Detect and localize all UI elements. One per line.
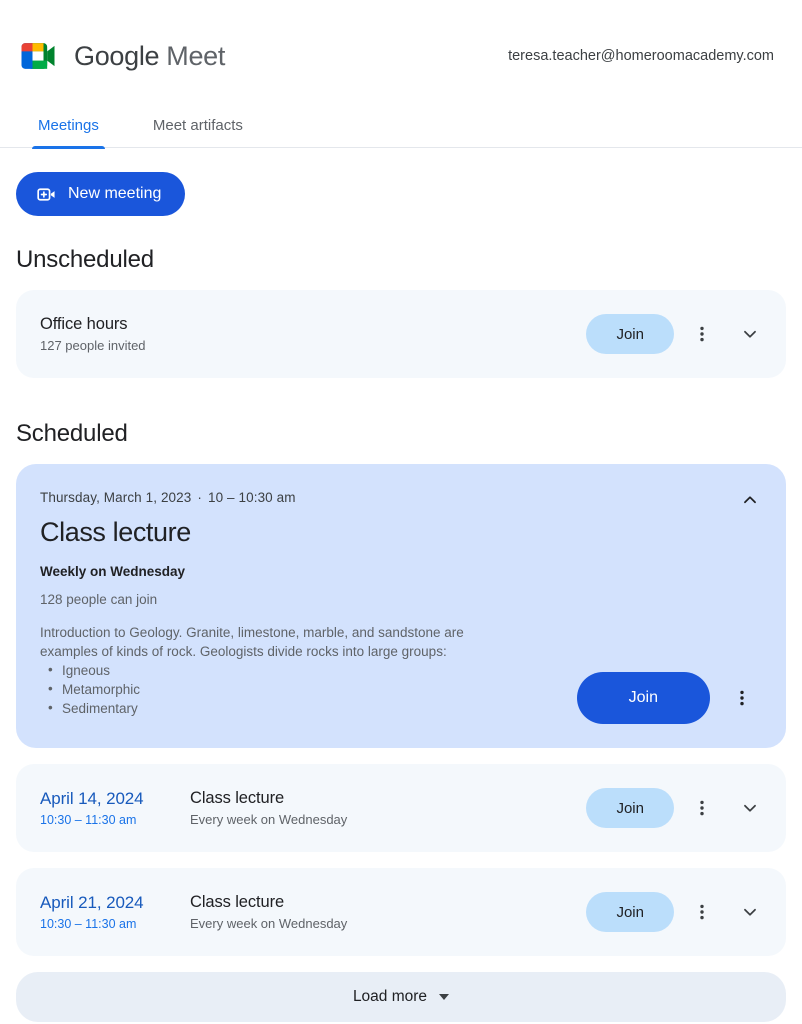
meeting-date: April 14, 2024 xyxy=(40,789,144,808)
meeting-row-content: April 14, 2024 10:30 – 11:30 am Class le… xyxy=(40,789,586,827)
list-item: Igneous xyxy=(40,660,762,680)
chevron-down-icon xyxy=(744,908,756,916)
join-button[interactable]: Join xyxy=(586,892,674,932)
meeting-date-column: April 14, 2024 10:30 – 11:30 am xyxy=(40,789,190,827)
new-meeting-button[interactable]: New meeting xyxy=(16,172,186,216)
expanded-meeting-card[interactable]: Thursday, March 1, 2023 · 10 – 10:30 am Cl… xyxy=(16,464,786,748)
google-meet-page: Google Meet teresa.teacher@homeroomacadem… xyxy=(0,0,802,1024)
meeting-date: April 21, 2024 xyxy=(40,893,144,912)
expanded-date: Thursday, March 1, 2023 xyxy=(40,490,192,505)
chevron-down-icon xyxy=(744,804,756,812)
new-video-call-icon xyxy=(37,187,55,201)
expanded-when: Thursday, March 1, 2023 · 10 – 10:30 am xyxy=(40,490,762,505)
section-scheduled: Scheduled Thursday, March 1, 2023 · 10 – 1… xyxy=(0,420,802,956)
brand-meet: Meet xyxy=(166,40,226,71)
meeting-subtitle: 127 people invited xyxy=(40,338,146,353)
meeting-time: 10:30 – 11:30 am xyxy=(40,813,137,827)
meeting-row-content: Office hours 127 people invited xyxy=(40,315,586,353)
meeting-title: Class lecture xyxy=(190,893,285,911)
join-button[interactable]: Join xyxy=(586,314,674,354)
section-title-scheduled: Scheduled xyxy=(16,420,128,447)
more-vertical-icon xyxy=(700,904,704,920)
expand-row-button[interactable] xyxy=(730,788,770,828)
more-vertical-icon xyxy=(700,800,704,816)
google-meet-logo-icon xyxy=(21,43,55,69)
account-email: teresa.teacher@homeroomacademy.com xyxy=(508,48,774,64)
more-options-button[interactable] xyxy=(682,892,722,932)
meeting-row-office-hours[interactable]: Office hours 127 people invited Join xyxy=(16,290,786,378)
load-more-button[interactable]: Load more xyxy=(16,972,786,1022)
brand-wordmark: Google Meet xyxy=(74,41,225,72)
meeting-subtitle: Every week on Wednesday xyxy=(190,812,348,827)
expand-row-button[interactable] xyxy=(730,892,770,932)
meeting-subtitle: Every week on Wednesday xyxy=(190,916,348,931)
meeting-text: Class lecture Every week on Wednesday xyxy=(190,789,347,827)
more-options-button[interactable] xyxy=(682,788,722,828)
expanded-bullet-list: Igneous Metamorphic Sedimentary xyxy=(40,660,762,718)
meeting-row-actions: Join xyxy=(586,314,770,354)
new-meeting-area: New meeting xyxy=(0,148,802,216)
load-more-label: Load more xyxy=(352,988,428,1005)
expanded-separator: · xyxy=(197,490,202,505)
meeting-time: 10:30 – 11:30 am xyxy=(40,917,137,931)
meeting-date-column: April 21, 2024 10:30 – 11:30 am xyxy=(40,893,190,931)
section-title-unscheduled: Unscheduled xyxy=(16,246,154,273)
meeting-title: Class lecture xyxy=(190,789,285,807)
chevron-down-icon xyxy=(744,330,756,338)
caret-down-icon xyxy=(439,994,450,1000)
expanded-time: 10 – 10:30 am xyxy=(207,490,296,505)
tab-bar: Meetings Meet artifacts xyxy=(0,100,802,149)
expanded-recurrence: Weekly on Wednesday xyxy=(40,564,186,579)
app-header: Google Meet teresa.teacher@homeroomacadem… xyxy=(0,0,802,84)
expand-row-button[interactable] xyxy=(730,314,770,354)
expanded-description: Introduction to Geology. Granite, limest… xyxy=(40,625,464,659)
meeting-row-content: April 21, 2024 10:30 – 11:30 am Class le… xyxy=(40,893,586,931)
meeting-row-actions: Join xyxy=(586,788,770,828)
new-meeting-label: New meeting xyxy=(68,185,162,202)
collapse-card-button[interactable] xyxy=(730,480,770,520)
meeting-title: Office hours xyxy=(40,315,128,333)
tab-meet-artifacts[interactable]: Meet artifacts xyxy=(131,117,265,147)
list-item: Metamorphic xyxy=(40,679,762,699)
meeting-row-actions: Join xyxy=(586,892,770,932)
section-unscheduled: Unscheduled Office hours 127 people invi… xyxy=(0,246,802,378)
meeting-text: Class lecture Every week on Wednesday xyxy=(190,893,347,931)
list-item: Sedimentary xyxy=(40,698,762,718)
meeting-row-april-21[interactable]: April 21, 2024 10:30 – 11:30 am Class le… xyxy=(16,868,786,956)
load-more-area: Load more xyxy=(0,972,802,1022)
chevron-up-icon xyxy=(744,496,756,504)
more-options-button[interactable] xyxy=(682,314,722,354)
more-vertical-icon xyxy=(700,326,704,342)
tab-meetings[interactable]: Meetings xyxy=(16,117,121,149)
brand-google: Google xyxy=(74,40,160,71)
expanded-title: Class lecture xyxy=(40,517,191,547)
meeting-row-april-14[interactable]: April 14, 2024 10:30 – 11:30 am Class le… xyxy=(16,764,786,852)
meeting-text: Office hours 127 people invited xyxy=(40,315,146,353)
join-button[interactable]: Join xyxy=(586,788,674,828)
expanded-capacity: 128 people can join xyxy=(40,592,158,607)
brand: Google Meet xyxy=(16,34,225,78)
